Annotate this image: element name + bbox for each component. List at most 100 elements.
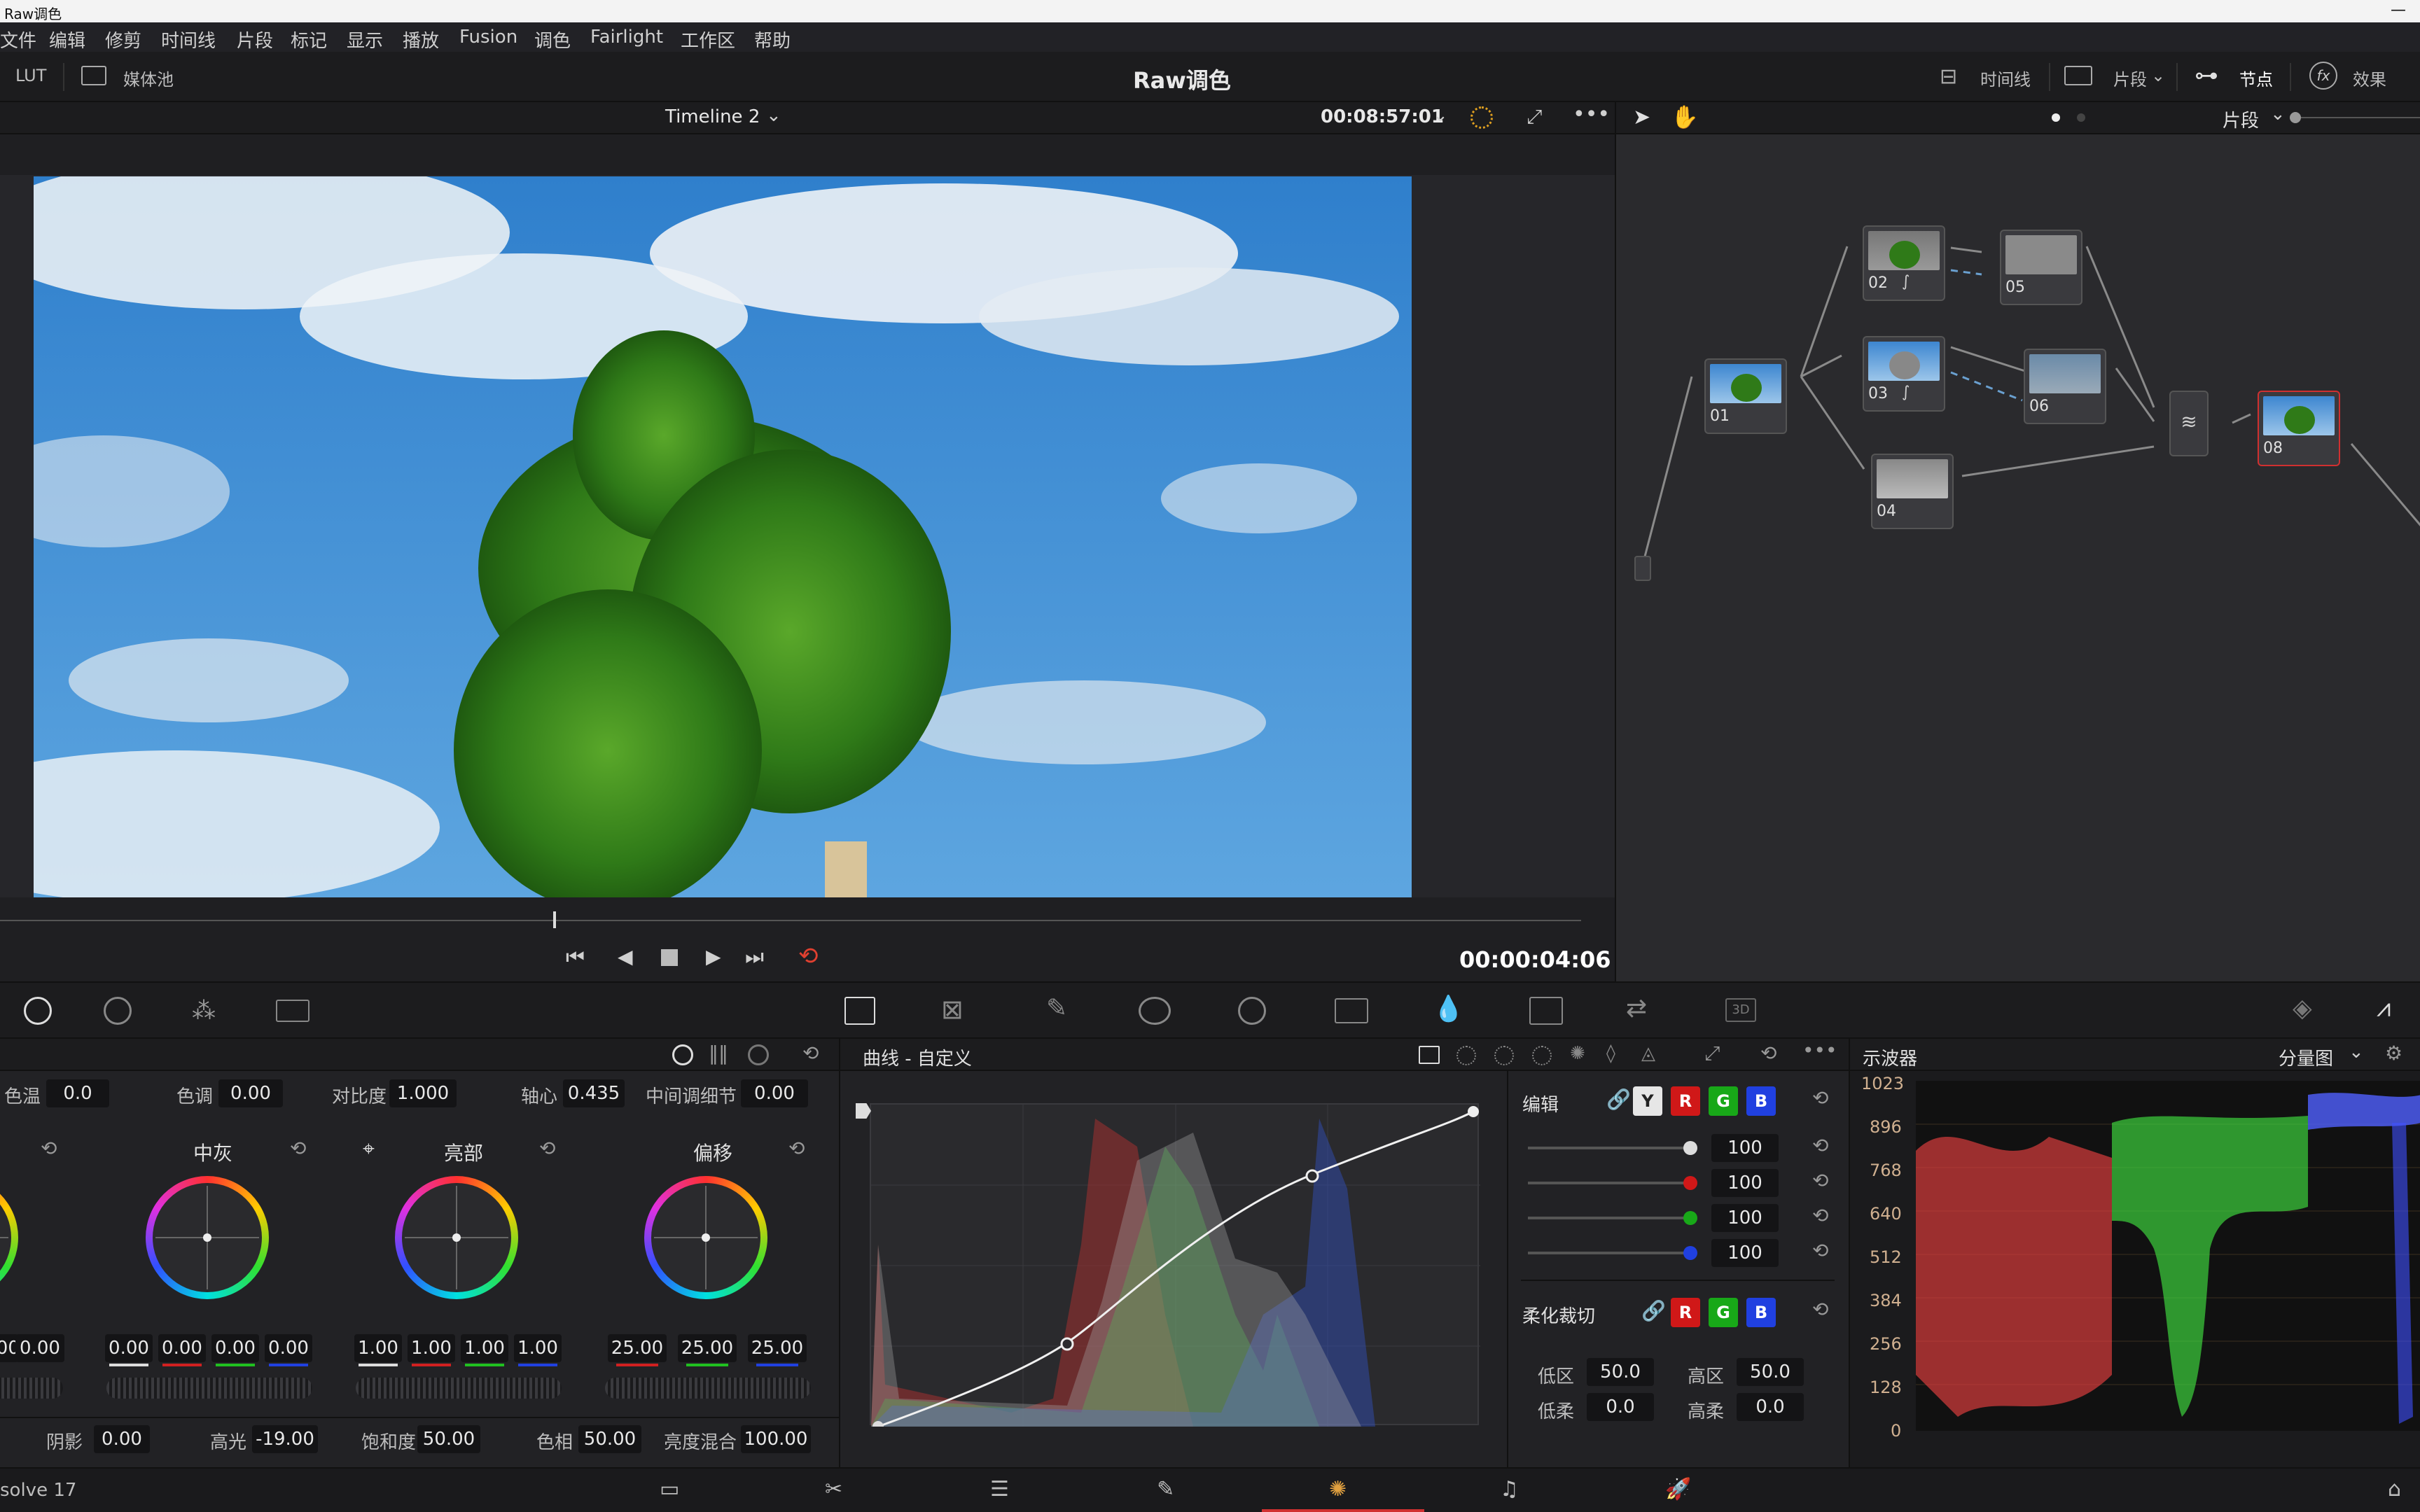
layer-mixer-node[interactable]: ≋ xyxy=(2169,391,2209,456)
sizing-icon[interactable]: ⇄ xyxy=(1626,994,1647,1023)
menu-playback[interactable]: 播放 xyxy=(403,27,439,52)
chip-g[interactable]: G xyxy=(1709,1086,1738,1116)
qualifier-icon[interactable]: ✎ xyxy=(1046,994,1067,1023)
hue-vs-hue-icon[interactable] xyxy=(1456,1046,1476,1065)
soft-clip-g[interactable]: G xyxy=(1709,1298,1738,1327)
offset-jog-wheel[interactable] xyxy=(605,1378,811,1399)
page-media-icon[interactable]: ▭ xyxy=(660,1477,679,1502)
playhead[interactable] xyxy=(553,911,556,928)
gain-jog-wheel[interactable] xyxy=(356,1378,562,1399)
video-frame[interactable] xyxy=(34,176,1412,904)
page-deliver-icon[interactable]: 🚀 xyxy=(1665,1477,1691,1502)
effects-icon[interactable]: fx xyxy=(2309,62,2337,90)
keyframes-icon[interactable]: ◈ xyxy=(2293,994,2312,1023)
reset-icon[interactable]: ⟲ xyxy=(1812,1086,1828,1110)
gain-g[interactable]: 1.00 xyxy=(461,1334,508,1362)
contrast-field[interactable]: 1.000 xyxy=(389,1079,457,1107)
fullscreen-icon[interactable]: ⤢ xyxy=(1527,105,1542,129)
gain-r[interactable]: 1.00 xyxy=(408,1334,455,1362)
high-soft-field[interactable]: 0.0 xyxy=(1737,1393,1804,1421)
3d-icon[interactable]: 3D xyxy=(1725,998,1756,1022)
reset-icon[interactable]: ⟲ xyxy=(1812,1239,1828,1262)
slider-knob[interactable] xyxy=(1683,1141,1697,1155)
chevron-down-icon[interactable]: ⌄ xyxy=(766,105,781,126)
g-intensity-field[interactable]: 100 xyxy=(1711,1204,1779,1232)
gamma-jog-wheel[interactable] xyxy=(106,1378,312,1399)
saturation-field[interactable]: 50.00 xyxy=(417,1425,480,1453)
node-input-source[interactable] xyxy=(1634,556,1651,581)
page-fusion-icon[interactable]: ✎ xyxy=(1157,1477,1174,1502)
menu-timeline[interactable]: 时间线 xyxy=(161,27,216,52)
menu-edit[interactable]: 编辑 xyxy=(49,27,85,52)
r-intensity-slider[interactable] xyxy=(1528,1182,1689,1184)
lift-wheel[interactable] xyxy=(0,1176,18,1299)
menu-mark[interactable]: 标记 xyxy=(291,27,327,52)
scrubber-track[interactable] xyxy=(0,920,1581,921)
more-icon[interactable]: ••• xyxy=(1802,1039,1837,1062)
curves-icon[interactable] xyxy=(844,997,875,1025)
chip-r[interactable]: R xyxy=(1671,1086,1700,1116)
nodes-button[interactable]: 节点 xyxy=(2239,66,2273,90)
skip-start-icon[interactable]: ⏮ xyxy=(566,945,585,969)
hue-vs-lum-icon[interactable] xyxy=(1532,1046,1552,1065)
blur-icon[interactable]: 💧 xyxy=(1433,994,1464,1023)
color-wheels-icon[interactable] xyxy=(24,997,52,1025)
shadows-field[interactable]: 0.00 xyxy=(94,1425,150,1453)
sat-vs-sat-icon[interactable]: ◊ xyxy=(1606,1043,1615,1064)
page-color-icon[interactable]: ✺ xyxy=(1329,1477,1347,1502)
b-intensity-field[interactable]: 100 xyxy=(1711,1239,1779,1267)
soft-clip-b[interactable]: B xyxy=(1746,1298,1776,1327)
tracker-icon[interactable] xyxy=(1238,997,1266,1025)
play-icon[interactable]: ▶ xyxy=(706,945,721,968)
step-back-icon[interactable]: ◀ xyxy=(618,945,633,968)
menu-workspace[interactable]: 工作区 xyxy=(681,27,735,52)
timeline-selector[interactable]: Timeline 2 xyxy=(665,106,760,127)
offset-b[interactable]: 25.00 xyxy=(748,1334,807,1362)
gamma-y[interactable]: 0.00 xyxy=(105,1334,153,1362)
r-intensity-field[interactable]: 100 xyxy=(1711,1169,1779,1197)
highlight-icon[interactable] xyxy=(1470,106,1493,129)
crosshair-icon[interactable]: ⌖ xyxy=(363,1137,375,1161)
page-edit-icon[interactable]: ☰ xyxy=(990,1477,1009,1502)
node-02[interactable]: 02 ∫ xyxy=(1863,225,1945,301)
magic-mask-icon[interactable] xyxy=(1335,998,1368,1023)
rgb-mixer-icon[interactable]: ⁂ xyxy=(192,997,216,1025)
reset-icon[interactable]: ⟲ xyxy=(290,1137,306,1160)
menu-view[interactable]: 显示 xyxy=(347,27,383,52)
clips-icon[interactable] xyxy=(2064,66,2092,85)
menu-color[interactable]: 调色 xyxy=(534,27,571,52)
node-01[interactable]: 01 xyxy=(1704,358,1787,434)
high-field[interactable]: 50.0 xyxy=(1737,1358,1804,1386)
node-05[interactable]: 05 xyxy=(2000,230,2082,305)
menu-trim[interactable]: 修剪 xyxy=(105,27,141,52)
slider-knob[interactable] xyxy=(1683,1211,1697,1225)
reset-icon[interactable]: ⟲ xyxy=(1812,1204,1828,1227)
b-intensity-slider[interactable] xyxy=(1528,1252,1689,1254)
lut-button[interactable]: LUT xyxy=(15,66,46,85)
skip-end-icon[interactable]: ⏭ xyxy=(745,945,764,969)
timeline-icon[interactable]: ⊟ xyxy=(1940,64,1957,89)
gain-b[interactable]: 1.00 xyxy=(514,1334,562,1362)
reset-icon[interactable]: ⟲ xyxy=(1812,1134,1828,1157)
reset-icon[interactable]: ⟲ xyxy=(1812,1298,1828,1321)
reset-icon[interactable]: ⟲ xyxy=(1812,1169,1828,1192)
loop-icon[interactable]: ⟲ xyxy=(798,942,819,970)
slider-knob[interactable] xyxy=(2290,112,2301,123)
lift-jog-wheel[interactable] xyxy=(0,1378,63,1399)
reset-icon[interactable]: ⟲ xyxy=(539,1137,555,1160)
primaries-bars-icon[interactable]: ‖‖ xyxy=(709,1042,728,1065)
menu-fusion[interactable]: Fusion xyxy=(459,27,517,48)
y-intensity-slider[interactable] xyxy=(1528,1147,1689,1149)
menu-fairlight[interactable]: Fairlight xyxy=(590,27,663,48)
chevron-down-icon[interactable]: ⌄ xyxy=(1433,105,1448,126)
reset-icon[interactable]: ⟲ xyxy=(788,1137,805,1160)
curve-graph[interactable] xyxy=(870,1103,1480,1432)
offset-wheel[interactable] xyxy=(644,1176,767,1299)
pivot-field[interactable]: 0.435 xyxy=(563,1079,625,1107)
reset-icon[interactable]: ⟲ xyxy=(802,1042,819,1065)
home-icon[interactable]: ⌂ xyxy=(2388,1477,2401,1502)
zoom-slider[interactable] xyxy=(2301,117,2420,118)
node-editor[interactable]: ➤ ✋ 片段 ⌄ 01 02 ∫ 03 ∫ 04 05 06 ≋ 08 xyxy=(1615,102,2420,981)
gamma-g[interactable]: 0.00 xyxy=(211,1334,259,1362)
menu-file[interactable]: 文件 xyxy=(0,27,36,52)
